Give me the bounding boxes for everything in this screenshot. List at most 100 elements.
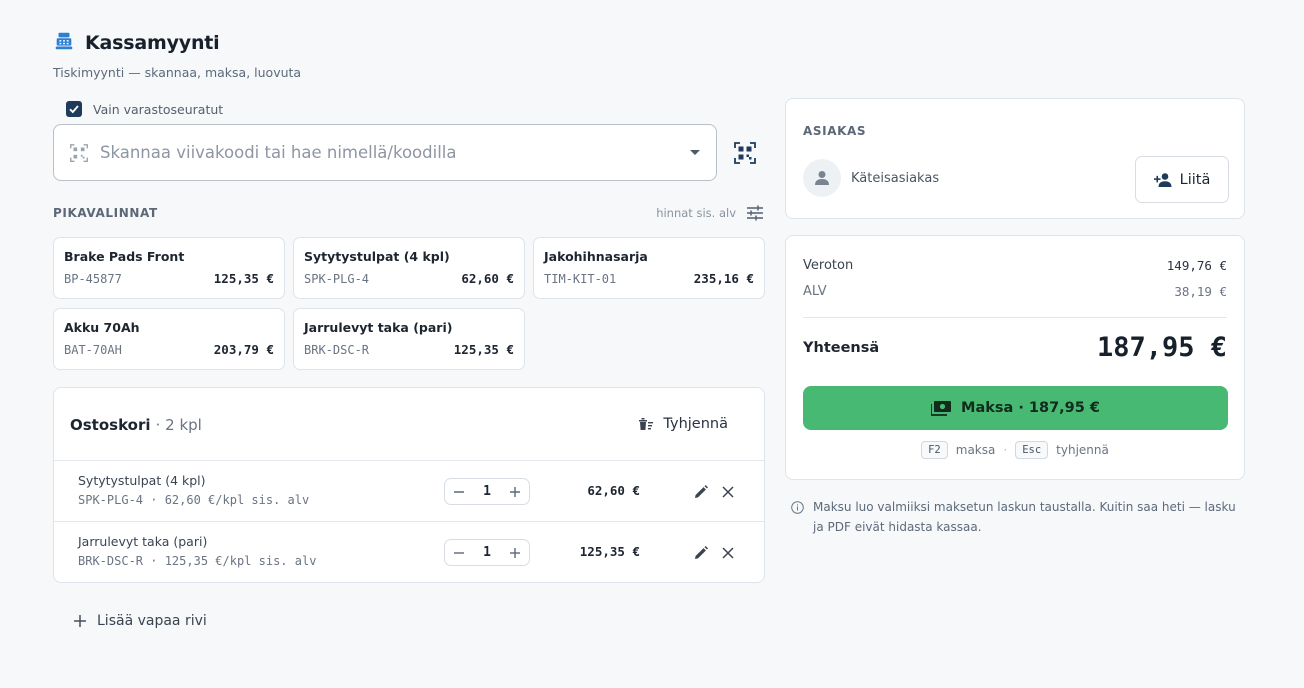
shortcut-pay-label: maksa bbox=[955, 443, 996, 457]
quick-pick-card[interactable]: Brake Pads Front BP-45877 125,35 € bbox=[53, 237, 285, 299]
keyboard-shortcuts: F2 maksa · Esc tyhjennä bbox=[786, 441, 1244, 459]
cart-row-info: Jarrulevyt taka (pari) BRK-DSC-R · 125,3… bbox=[78, 534, 316, 568]
stock-tracked-checkbox[interactable] bbox=[66, 101, 82, 117]
vat-value: 38,19 € bbox=[1174, 284, 1227, 299]
cart-row-info: Sytytystulpat (4 kpl) SPK-PLG-4 · 62,60 … bbox=[78, 473, 309, 507]
cart-row-meta: BRK-DSC-R · 125,35 €/kpl sis. alv bbox=[78, 554, 317, 568]
minus-icon bbox=[454, 551, 464, 554]
quantity-value[interactable]: 1 bbox=[483, 484, 491, 499]
quick-pick-price: 62,60 € bbox=[461, 271, 514, 286]
cart-row-total: 62,60 € bbox=[587, 483, 640, 498]
quick-pick-code: BRK-DSC-R bbox=[304, 343, 370, 357]
clear-cart-button[interactable]: Tyhjennä bbox=[638, 416, 728, 432]
quick-pick-code: BAT-70AH bbox=[64, 343, 122, 357]
payments-icon bbox=[931, 401, 952, 416]
increment-button[interactable] bbox=[508, 546, 522, 560]
totals-divider bbox=[803, 317, 1227, 318]
search-input[interactable] bbox=[100, 143, 690, 162]
cart-row-name: Jarrulevyt taka (pari) bbox=[78, 534, 208, 549]
shopping-cart: Ostoskori · 2 kpl Tyhjennä Sytytystulpat… bbox=[53, 387, 765, 583]
product-search-box[interactable] bbox=[53, 124, 717, 181]
quick-pick-card[interactable]: Jarrulevyt taka (pari) BRK-DSC-R 125,35 € bbox=[293, 308, 525, 370]
edit-row-button[interactable] bbox=[694, 484, 708, 498]
edit-row-button[interactable] bbox=[694, 545, 708, 559]
quick-pick-name: Akku 70Ah bbox=[64, 320, 140, 335]
pay-button[interactable]: Maksa · 187,95 € bbox=[803, 386, 1228, 430]
quick-picks-title: PIKAVALINNAT bbox=[53, 206, 158, 220]
barcode-scan-icon bbox=[70, 143, 88, 162]
plus-icon bbox=[509, 547, 520, 558]
tune-settings-icon[interactable] bbox=[746, 205, 764, 221]
plus-icon bbox=[74, 615, 86, 627]
grand-total-row: Yhteensä 187,95 € bbox=[803, 332, 1227, 363]
page-title: Kassamyynti bbox=[85, 32, 220, 54]
attach-customer-label: Liitä bbox=[1179, 171, 1211, 188]
attach-customer-button[interactable]: Liitä bbox=[1135, 156, 1229, 203]
shortcut-separator: · bbox=[1003, 443, 1008, 457]
net-value: 149,76 € bbox=[1166, 258, 1227, 273]
grand-total-label: Yhteensä bbox=[803, 339, 880, 356]
totals-card: Veroton 149,76 € ALV 38,19 € Yhteensä 18… bbox=[785, 235, 1245, 480]
quick-pick-name: Jakohihnasarja bbox=[544, 249, 648, 264]
pencil-icon bbox=[695, 546, 708, 559]
cart-row: Jarrulevyt taka (pari) BRK-DSC-R · 125,3… bbox=[54, 522, 764, 582]
trash-clear-icon bbox=[639, 418, 654, 430]
quick-pick-price: 203,79 € bbox=[213, 342, 274, 357]
stock-tracked-filter[interactable]: Vain varastoseuratut bbox=[66, 101, 223, 117]
shortcut-clear-label: tyhjennä bbox=[1056, 443, 1109, 457]
customer-label: ASIAKAS bbox=[803, 124, 867, 138]
remove-row-button[interactable] bbox=[721, 484, 735, 498]
decrement-button[interactable] bbox=[452, 546, 466, 560]
pay-button-label: Maksa · 187,95 € bbox=[961, 400, 1100, 416]
customer-card: ASIAKAS Käteisasiakas Liitä bbox=[785, 98, 1245, 219]
quick-pick-card[interactable]: Sytytystulpat (4 kpl) SPK-PLG-4 62,60 € bbox=[293, 237, 525, 299]
chevron-down-icon[interactable] bbox=[690, 150, 700, 155]
remove-row-button[interactable] bbox=[721, 545, 735, 559]
cart-row-total: 125,35 € bbox=[579, 544, 640, 559]
cart-header: Ostoskori · 2 kpl Tyhjennä bbox=[54, 388, 764, 461]
quick-pick-name: Brake Pads Front bbox=[64, 249, 185, 264]
net-label: Veroton bbox=[803, 258, 854, 273]
info-note-text: Maksu luo valmiiksi maksetun laskun taus… bbox=[813, 500, 1236, 534]
shortcut-clear-key: Esc bbox=[1015, 441, 1049, 459]
customer-name: Käteisasiakas bbox=[851, 171, 940, 186]
prices-note: hinnat sis. alv bbox=[656, 205, 764, 221]
quick-pick-name: Jarrulevyt taka (pari) bbox=[304, 320, 453, 335]
cart-row-name: Sytytystulpat (4 kpl) bbox=[78, 473, 206, 488]
info-icon bbox=[791, 501, 804, 514]
quick-pick-code: TIM-KIT-01 bbox=[544, 272, 617, 286]
quantity-value[interactable]: 1 bbox=[483, 545, 491, 560]
page-subtitle: Tiskimyynti — skannaa, maksa, luovuta bbox=[53, 65, 302, 80]
cart-row: Sytytystulpat (4 kpl) SPK-PLG-4 · 62,60 … bbox=[54, 461, 764, 522]
quick-pick-name: Sytytystulpat (4 kpl) bbox=[304, 249, 450, 264]
vat-label: ALV bbox=[803, 284, 827, 299]
cart-heading: Ostoskori · 2 kpl bbox=[70, 415, 202, 434]
add-free-row-button[interactable]: Lisää vapaa rivi bbox=[73, 613, 207, 629]
vat-row: ALV 38,19 € bbox=[803, 284, 1227, 299]
info-note: Maksu luo valmiiksi maksetun laskun taus… bbox=[791, 497, 1241, 537]
quantity-stepper: 1 bbox=[444, 478, 530, 505]
clear-cart-label: Tyhjennä bbox=[663, 416, 728, 432]
person-icon bbox=[815, 171, 829, 185]
grand-total-value: 187,95 € bbox=[1096, 332, 1227, 363]
stock-tracked-label: Vain varastoseuratut bbox=[93, 101, 224, 117]
shortcut-pay-key: F2 bbox=[921, 441, 948, 459]
cart-count: · 2 kpl bbox=[155, 415, 202, 434]
person-add-icon bbox=[1153, 172, 1172, 187]
quick-pick-price: 125,35 € bbox=[453, 342, 514, 357]
close-icon bbox=[722, 547, 734, 559]
page-header: Kassamyynti Tiskimyynti — skannaa, maksa… bbox=[53, 30, 301, 80]
quick-pick-card[interactable]: Jakohihnasarja TIM-KIT-01 235,16 € bbox=[533, 237, 765, 299]
close-icon bbox=[722, 486, 734, 498]
decrement-button[interactable] bbox=[452, 485, 466, 499]
quick-picks-grid: Brake Pads Front BP-45877 125,35 € Sytyty… bbox=[53, 237, 765, 370]
add-free-row-label: Lisää vapaa rivi bbox=[97, 613, 207, 629]
pencil-icon bbox=[695, 485, 708, 498]
prices-note-text: hinnat sis. alv bbox=[656, 206, 736, 220]
cart-title: Ostoskori bbox=[70, 415, 151, 434]
quick-pick-card[interactable]: Akku 70Ah BAT-70AH 203,79 € bbox=[53, 308, 285, 370]
increment-button[interactable] bbox=[508, 485, 522, 499]
check-icon bbox=[69, 105, 79, 114]
qr-scan-button[interactable] bbox=[732, 140, 758, 166]
quick-pick-price: 125,35 € bbox=[213, 271, 274, 286]
